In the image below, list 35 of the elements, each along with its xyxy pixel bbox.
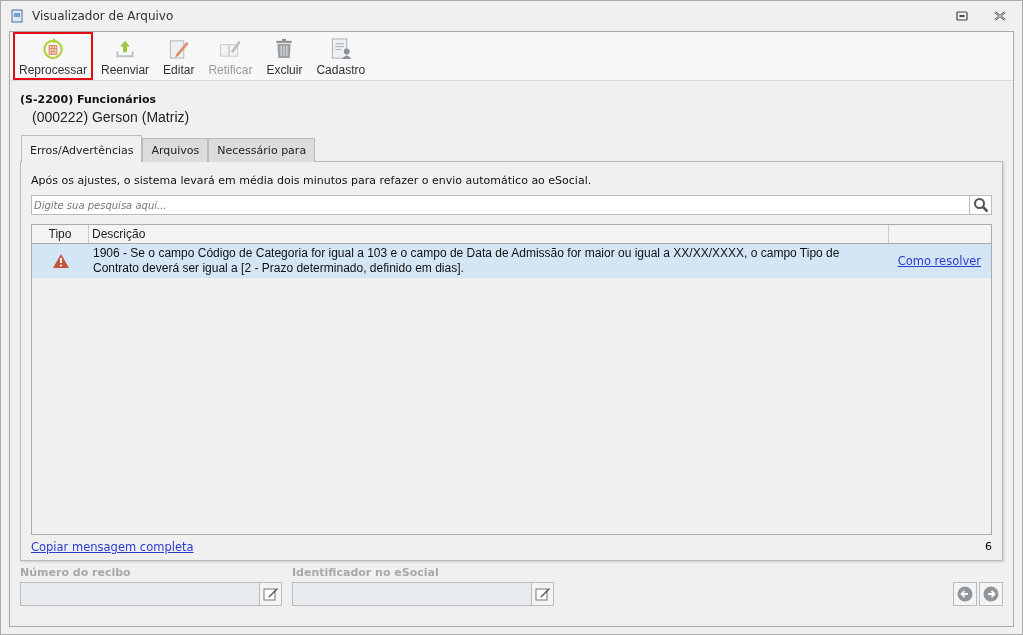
document-icon bbox=[10, 9, 24, 23]
search-icon bbox=[972, 197, 989, 213]
warning-icon bbox=[51, 253, 70, 269]
table-row[interactable] bbox=[32, 244, 991, 278]
field-label: Identificador no eSocial bbox=[292, 566, 440, 579]
search-button[interactable] bbox=[970, 195, 992, 215]
edit-icon bbox=[534, 586, 551, 602]
toolbar-button[interactable]: Reprocessar bbox=[13, 32, 94, 80]
error-count: 6 bbox=[985, 540, 992, 554]
arrow-right-icon bbox=[983, 586, 999, 602]
how-to-fix-link[interactable]: Como resolver bbox=[897, 254, 981, 268]
window-title: Visualizador de Arquivo bbox=[32, 9, 174, 23]
restore-icon[interactable] bbox=[956, 11, 968, 21]
tab[interactable]: Erros/Advertências bbox=[21, 135, 143, 162]
tab[interactable]: Necessário para bbox=[208, 138, 316, 162]
tab[interactable]: Arquivos bbox=[142, 138, 209, 162]
copy-message-link[interactable]: Copiar mensagem completa bbox=[31, 540, 194, 554]
toolbar-button[interactable]: Editar bbox=[157, 32, 201, 80]
next-button[interactable] bbox=[979, 582, 1003, 606]
toolbar-button[interactable]: Reenviar bbox=[95, 32, 156, 80]
close-icon[interactable] bbox=[994, 11, 1006, 21]
error-description: 1906 - Se o campo Código de Categoria for igual a 103 e o campo de Data de Admissão for maior ou igual a XX/XX/XXXX, o campo Tipo de Contrato deverá ser igual a [2 - Prazo determinado, definido em dias]. bbox=[92, 245, 841, 277]
calculator-refresh-icon bbox=[41, 37, 65, 60]
arrow-left-icon bbox=[957, 586, 973, 602]
toolbar-button[interactable]: Cadastro bbox=[310, 32, 372, 80]
field-label: Número do recibo bbox=[20, 566, 132, 579]
previous-button[interactable] bbox=[953, 582, 977, 606]
column-header: Descrição bbox=[89, 225, 889, 243]
toolbar-button[interactable]: Excluir bbox=[260, 32, 309, 80]
edit-icon bbox=[262, 586, 279, 602]
column-header: Tipo bbox=[32, 225, 89, 243]
event-title: (S-2200) Funcionários bbox=[20, 93, 158, 106]
employee-name: (000222) Gerson (Matriz) bbox=[32, 109, 191, 125]
notice-text: Após os ajustes, o sistema levará em média dois minutos para refazer o envio automático ao eSocial. bbox=[31, 174, 593, 187]
search-field[interactable]: Digite sua pesquisa aqui... bbox=[31, 195, 970, 215]
